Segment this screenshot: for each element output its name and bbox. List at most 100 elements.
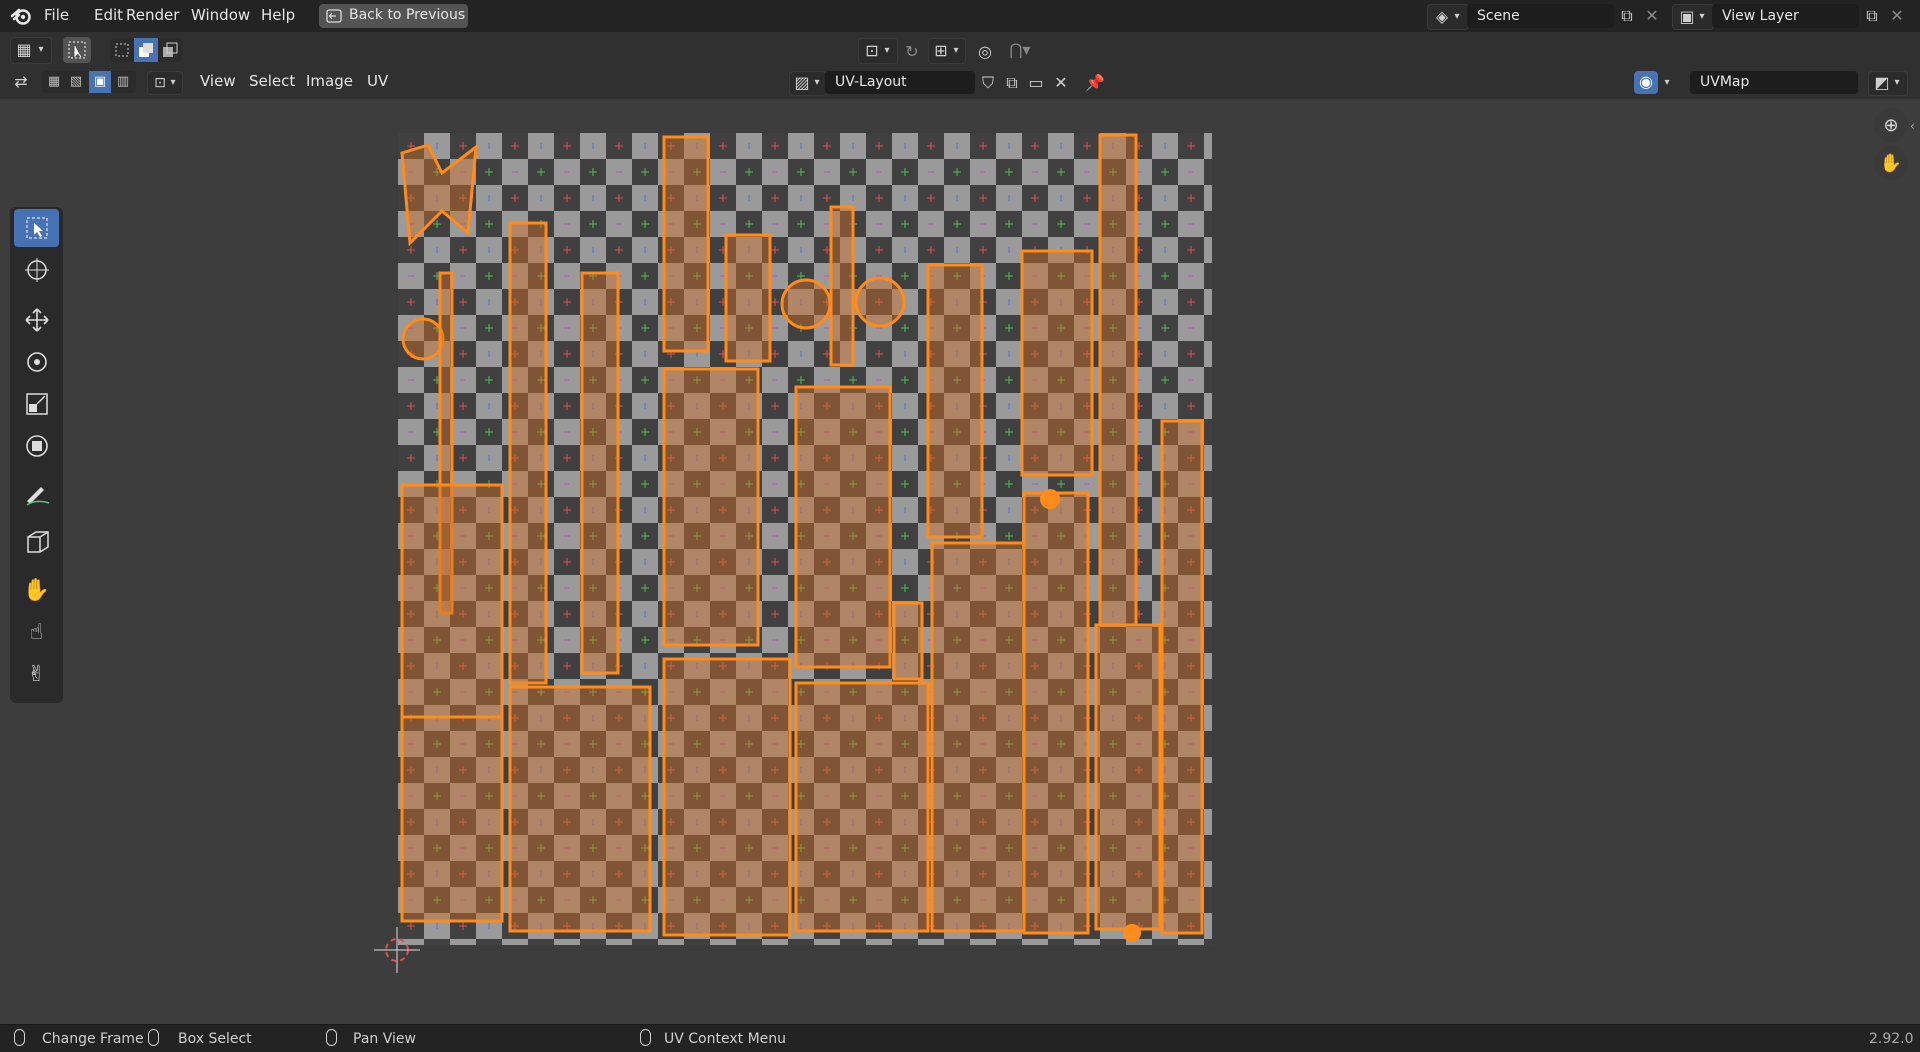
status-uv-context-menu: UV Context Menu [664, 1031, 787, 1047]
sync-selection-icon[interactable]: ↻ [900, 42, 924, 62]
grab-hand-icon: ✋ [22, 577, 51, 603]
image-editor-icon: ▦ [16, 40, 32, 59]
fake-user-shield-icon[interactable]: ⛉ [977, 73, 999, 93]
menu-edit[interactable]: Edit [94, 6, 123, 24]
uv-editor-viewport[interactable]: ✋ ☝ ✌ ⊕ ✋ ‹ [0, 99, 1920, 1024]
menu-file[interactable]: File [44, 6, 69, 24]
scene-browse-button[interactable]: ◈ ▾ [1427, 4, 1469, 30]
vertex-select-icon[interactable]: ▦ [44, 74, 64, 90]
scene-icon: ◈ [1435, 7, 1449, 26]
uv-pin-marker [1123, 924, 1141, 942]
scale-icon [25, 393, 48, 415]
unlink-image-icon[interactable]: ✕ [1051, 73, 1071, 93]
overlays-toggle-button[interactable]: ◉ [1634, 71, 1658, 94]
tool-rip-region[interactable] [14, 523, 59, 561]
menu-view[interactable]: View [200, 72, 236, 90]
back-to-previous-button[interactable]: Back to Previous [319, 4, 468, 28]
snap-icon: ⊞ [934, 41, 948, 60]
menu-help[interactable]: Help [261, 6, 295, 24]
mouse-drag-icon [148, 1029, 159, 1046]
active-tool-button[interactable] [63, 37, 91, 63]
rotate-icon [26, 352, 47, 372]
view-mode-button[interactable]: ◩ ▾ [1868, 71, 1908, 96]
new-scene-icon[interactable]: ⧉ [1617, 6, 1637, 26]
mouse-left-icon [14, 1029, 25, 1046]
transform-icon [25, 435, 48, 457]
menu-image[interactable]: Image [306, 72, 353, 90]
tool-pinch[interactable]: ✌ [14, 655, 59, 693]
2d-cursor-icon[interactable] [372, 925, 422, 975]
tool-select-box[interactable] [14, 209, 59, 247]
pan-hand-icon: ✋ [1879, 152, 1903, 174]
zoom-icon: ⊕ [1883, 114, 1899, 136]
status-bar [0, 1024, 1920, 1052]
top-bar: File Edit Render Window Help Back to Pre… [0, 0, 1920, 32]
menu-uv[interactable]: UV [367, 72, 388, 90]
open-image-folder-icon[interactable]: ▭ [1025, 73, 1047, 93]
scene-name-field[interactable]: Scene [1467, 4, 1614, 28]
menu-render[interactable]: Render [126, 6, 179, 24]
status-change-frame: Change Frame [42, 1031, 144, 1047]
tool-cursor[interactable] [14, 251, 59, 289]
chevron-down-icon: ▾ [814, 77, 820, 88]
pan-gizmo-button[interactable]: ✋ [1874, 146, 1908, 180]
sidebar-toggle-chevron-icon[interactable]: ‹ [1910, 119, 1915, 133]
version-label: 2.92.0 [1869, 1031, 1914, 1047]
view-layer-browse-button[interactable]: ▣ ▾ [1672, 4, 1714, 30]
tool-rotate[interactable] [14, 343, 59, 381]
chevron-down-icon: ▾ [1454, 11, 1460, 22]
pivot-point-button[interactable]: ⊡ ▾ [858, 38, 898, 64]
pin-icon[interactable]: 📌 [1084, 73, 1106, 93]
sticky-selection-icon[interactable]: ⇄ [10, 72, 32, 92]
uv-pin-marker [1040, 489, 1060, 509]
uv-editor-header: ⇄ ▦ ▧ ▣ ▥ ⊡ ▾ View Select Image UV ▨ ▾ U… [0, 66, 1920, 99]
view-layer-name-field[interactable]: View Layer [1712, 4, 1859, 28]
edge-select-icon[interactable]: ▧ [66, 74, 86, 90]
tool-move[interactable] [14, 301, 59, 339]
move-icon [24, 308, 49, 332]
pivot-icon: ⊡ [865, 41, 879, 60]
tool-grab[interactable]: ✋ [14, 571, 59, 609]
face-select-icon[interactable]: ▣ [89, 71, 111, 93]
blender-logo-icon[interactable] [10, 6, 32, 26]
island-select-icon[interactable]: ▥ [113, 74, 133, 90]
tool-settings-header: ▦ ▾ ⊡ ▾ ↻ ⊞ ▾ ◎ ⋂▾ [0, 34, 1920, 66]
image-icon: ▨ [794, 73, 810, 92]
chevron-down-icon: ▾ [1894, 77, 1900, 88]
status-box-select: Box Select [178, 1031, 252, 1047]
uv-layout-canvas[interactable] [398, 133, 1212, 945]
zoom-gizmo-button[interactable]: ⊕ [1874, 108, 1908, 142]
menu-select[interactable]: Select [249, 72, 295, 90]
falloff-curve-icon[interactable]: ⋂▾ [1000, 40, 1040, 60]
uvmap-name-field[interactable]: UVMap [1690, 71, 1858, 94]
overlays-icon: ◉ [1639, 72, 1653, 91]
select-box-icon [68, 41, 86, 59]
menu-window[interactable]: Window [191, 6, 250, 24]
mode-extend-icon[interactable] [134, 38, 158, 62]
chevron-down-icon: ▾ [170, 77, 176, 88]
new-view-layer-icon[interactable]: ⧉ [1862, 6, 1882, 26]
tool-annotate[interactable] [14, 475, 59, 513]
mode-new-icon[interactable] [110, 38, 134, 62]
editor-type-button[interactable]: ▦ ▾ [10, 37, 52, 64]
delete-view-layer-icon[interactable]: ✕ [1887, 6, 1907, 26]
delete-scene-icon[interactable]: ✕ [1642, 6, 1662, 26]
rip-icon [26, 531, 49, 553]
cursor-icon [24, 258, 49, 282]
image-name-field[interactable]: UV-Layout [825, 71, 975, 94]
tool-transform[interactable] [14, 427, 59, 465]
back-icon [326, 9, 342, 23]
toolbox: ✋ ☝ ✌ [10, 207, 63, 703]
tool-relax[interactable]: ☝ [14, 613, 59, 651]
select-box-icon [26, 217, 47, 239]
new-image-icon[interactable]: ⧉ [1001, 73, 1023, 93]
proportional-editing-icon[interactable]: ◎ [973, 42, 997, 62]
uv-display-mode-button[interactable]: ⊡ ▾ [147, 71, 183, 95]
overlays-dropdown-chevron-icon[interactable]: ▾ [1660, 73, 1674, 93]
snap-button[interactable]: ⊞ ▾ [928, 38, 966, 64]
tool-scale[interactable] [14, 385, 59, 423]
chevron-down-icon: ▾ [1699, 11, 1705, 22]
mode-subtract-icon[interactable] [158, 38, 182, 62]
view-layer-icon: ▣ [1679, 7, 1695, 26]
image-browse-button[interactable]: ▨ ▾ [789, 71, 827, 96]
